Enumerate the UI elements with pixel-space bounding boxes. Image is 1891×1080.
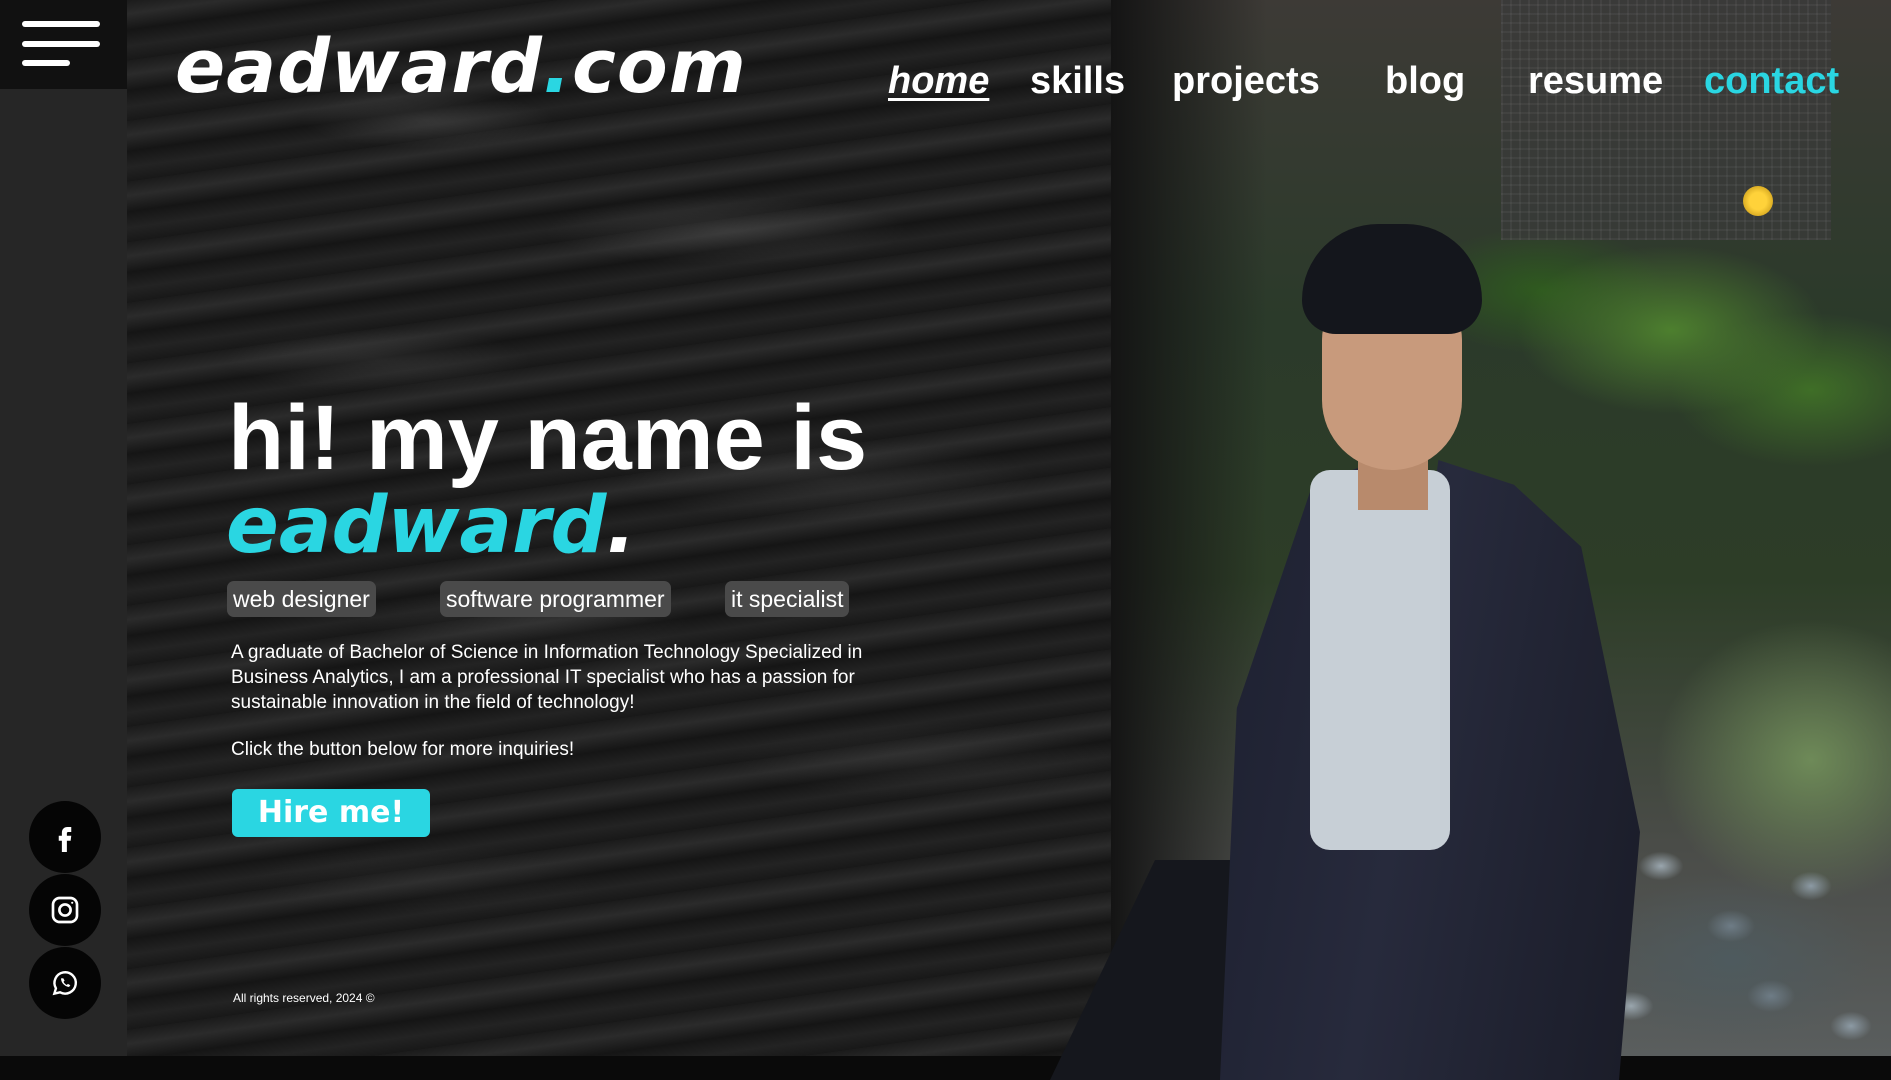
hero-name-period: . xyxy=(606,481,637,571)
nav-blog[interactable]: blog xyxy=(1385,60,1465,103)
nav-home[interactable]: home xyxy=(888,60,989,103)
facebook-icon[interactable] xyxy=(29,801,101,873)
site-logo[interactable]: eadward.com xyxy=(175,30,747,104)
hero-name-line: eadward. xyxy=(226,487,636,565)
instagram-icon[interactable] xyxy=(29,874,101,946)
copyright-text: All rights reserved, 2024 © xyxy=(233,991,375,1005)
nav-projects[interactable]: projects xyxy=(1172,60,1320,103)
portrait-photo xyxy=(1040,220,1660,1080)
tag-it-specialist: it specialist xyxy=(725,581,850,617)
lamp-light xyxy=(1743,186,1773,216)
logo-tld: com xyxy=(571,24,747,110)
hamburger-menu-icon[interactable] xyxy=(0,0,127,89)
logo-text: eadward xyxy=(175,24,543,110)
hero-name: eadward xyxy=(226,481,607,571)
hire-me-button[interactable]: Hire me! xyxy=(232,789,430,837)
whatsapp-icon[interactable] xyxy=(29,947,101,1019)
tag-software-programmer: software programmer xyxy=(440,581,671,617)
metal-grid-panel xyxy=(1501,0,1831,240)
nav-skills[interactable]: skills xyxy=(1030,60,1125,103)
hero-greeting: hi! my name is xyxy=(228,387,868,489)
cta-text: Click the button below for more inquirie… xyxy=(231,739,575,760)
logo-dot: . xyxy=(542,24,572,110)
hero-description: A graduate of Bachelor of Science in Inf… xyxy=(231,642,863,713)
tag-web-designer: web designer xyxy=(227,581,376,617)
nav-resume[interactable]: resume xyxy=(1528,60,1663,103)
left-sidebar xyxy=(0,0,127,1056)
nav-contact[interactable]: contact xyxy=(1704,60,1839,103)
